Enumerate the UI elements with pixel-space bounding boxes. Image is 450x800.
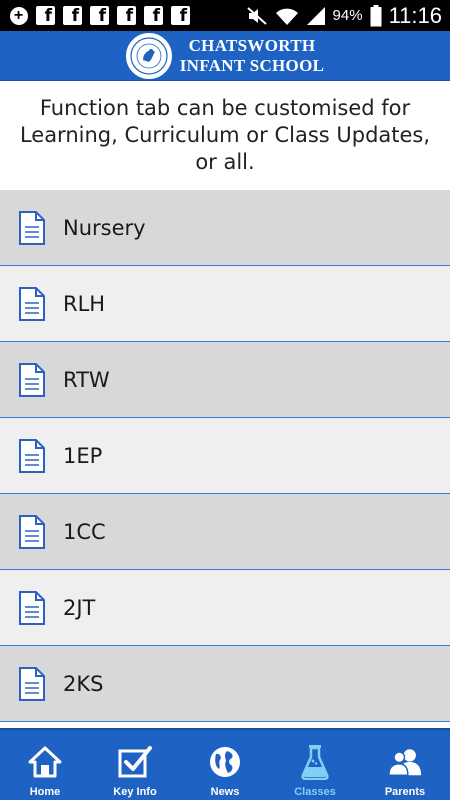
tab-label: News (210, 786, 240, 798)
tab-home[interactable]: Home (0, 730, 90, 800)
document-icon (19, 438, 45, 473)
tab-news[interactable]: News (180, 730, 270, 800)
school-name: CHATSWORTH INFANT SCHOOL (180, 36, 325, 76)
add-notification-icon: + (8, 5, 29, 26)
school-name-line1: CHATSWORTH (188, 35, 316, 55)
document-icon (19, 362, 45, 397)
list-item-2jt[interactable]: 2JT (0, 570, 450, 646)
checkbox-icon (117, 744, 153, 780)
tab-key-info[interactable]: Key Info (90, 730, 180, 800)
tab-label: Home (29, 786, 61, 798)
bottom-tab-bar: Home Key Info News Classes Parents (0, 728, 450, 800)
tab-classes[interactable]: Classes (270, 730, 360, 800)
list-item-1cc[interactable]: 1CC (0, 494, 450, 570)
list-item-label: 1EP (63, 443, 103, 468)
wifi-icon (275, 8, 298, 25)
class-list: Nursery RLH RTW 1EP 1CC 2JT 2KS (0, 190, 450, 728)
list-item-rtw[interactable]: RTW (0, 342, 450, 418)
battery-icon (370, 4, 382, 26)
intro-text: Function tab can be customised for Learn… (19, 96, 431, 174)
list-item-2ks[interactable]: 2KS (0, 646, 450, 722)
list-item-label: 2JT (63, 595, 96, 620)
intro-banner: Function tab can be customised for Learn… (0, 81, 450, 190)
tab-parents[interactable]: Parents (360, 730, 450, 800)
list-item-label: 2KS (63, 671, 104, 696)
notification-icons: + f f f f f f (0, 5, 191, 26)
list-item-nursery[interactable]: Nursery (0, 190, 450, 266)
system-icons: 94% 11:16 (246, 3, 450, 29)
tab-label: Key Info (113, 786, 157, 798)
clock: 11:16 (388, 2, 442, 28)
home-icon (27, 744, 63, 780)
globe-icon (207, 744, 243, 780)
document-icon (19, 666, 45, 701)
facebook-notification-icon: f (35, 5, 56, 26)
document-icon (19, 590, 45, 625)
facebook-notification-icon: f (143, 5, 164, 26)
app-header: CHATSWORTH INFANT SCHOOL (0, 31, 450, 81)
list-item-label: RTW (63, 367, 110, 392)
people-icon (387, 744, 423, 780)
list-item-label: Nursery (63, 215, 146, 240)
signal-icon (306, 6, 325, 25)
list-item-1ep[interactable]: 1EP (0, 418, 450, 494)
list-item-rlh[interactable]: RLH (0, 266, 450, 342)
document-icon (19, 286, 45, 321)
school-name-line2: INFANT SCHOOL (179, 55, 325, 75)
facebook-notification-icon: f (89, 5, 110, 26)
facebook-notification-icon: f (116, 5, 137, 26)
document-icon (19, 514, 45, 549)
status-bar: + f f f f f f 94% 11:16 (0, 0, 450, 31)
facebook-notification-icon: f (62, 5, 83, 26)
list-item-label: RLH (63, 291, 106, 316)
list-item-label: 1CC (63, 519, 106, 544)
facebook-notification-icon: f (170, 5, 191, 26)
school-crest-logo (125, 32, 172, 79)
flask-icon (297, 744, 333, 780)
tab-label: Classes (294, 786, 336, 798)
battery-percent: 94% (332, 7, 363, 24)
mute-icon (246, 6, 267, 25)
document-icon (19, 210, 45, 245)
tab-label: Parents (384, 786, 426, 798)
